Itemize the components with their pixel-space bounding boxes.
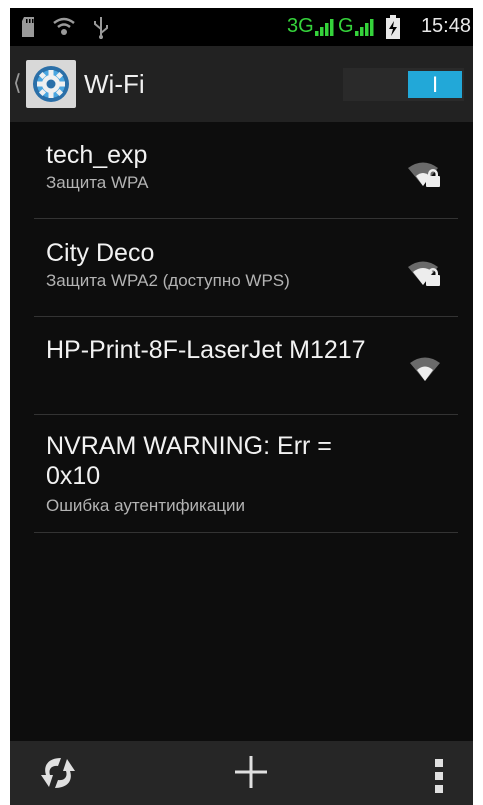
wifi-icon xyxy=(408,355,442,388)
settings-app-icon[interactable] xyxy=(26,60,76,108)
wps-icon[interactable] xyxy=(38,753,78,798)
phone-screen: 3G G 15:48 ⟨ Wi-Fi I tech_exp Защита WPA… xyxy=(10,8,473,805)
battery-charging-icon xyxy=(386,15,400,44)
network-ssid: City Deco xyxy=(46,239,155,267)
network-ssid: tech_exp xyxy=(46,141,148,169)
network-3g-label: 3G xyxy=(287,15,314,37)
add-network-icon[interactable] xyxy=(232,753,270,796)
status-bar: 3G G 15:48 xyxy=(10,8,473,46)
wifi-question-icon xyxy=(52,17,76,42)
wifi-network-item[interactable]: NVRAM WARNING: Err = 0x10 Ошибка аутенти… xyxy=(34,415,458,533)
network-ssid: NVRAM WARNING: Err = 0x10 xyxy=(46,432,332,490)
page-title: Wi-Fi xyxy=(84,69,145,99)
network-g-label: G xyxy=(338,15,354,37)
bottom-action-bar xyxy=(10,741,473,805)
wifi-network-item[interactable]: HP-Print-8F-LaserJet M1217 xyxy=(34,317,458,415)
wifi-locked-icon xyxy=(406,160,446,193)
network-security: Защита WPA2 (доступно WPS) xyxy=(46,271,290,290)
signal-bars-icon xyxy=(315,18,335,41)
action-bar: ⟨ Wi-Fi I xyxy=(10,46,473,122)
usb-icon xyxy=(92,17,110,44)
wifi-locked-icon xyxy=(406,259,446,292)
wifi-toggle[interactable]: I xyxy=(343,68,464,101)
wifi-network-item[interactable]: tech_exp Защита WPA xyxy=(34,122,458,219)
back-caret-icon[interactable]: ⟨ xyxy=(13,70,22,96)
network-security: Защита WPA xyxy=(46,173,149,192)
signal-bars-icon xyxy=(355,18,375,41)
wifi-toggle-thumb[interactable]: I xyxy=(408,71,462,98)
wifi-network-item[interactable]: City Deco Защита WPA2 (доступно WPS) xyxy=(34,219,458,317)
network-error-status: Ошибка аутентификации xyxy=(46,496,246,515)
overflow-menu-icon[interactable] xyxy=(434,759,444,798)
clock: 15:48 xyxy=(420,15,471,37)
wifi-network-list: tech_exp Защита WPA City Deco Защита WPA… xyxy=(34,122,458,533)
network-ssid: HP-Print-8F-LaserJet M1217 xyxy=(46,336,366,364)
sd-card-icon xyxy=(22,17,36,42)
